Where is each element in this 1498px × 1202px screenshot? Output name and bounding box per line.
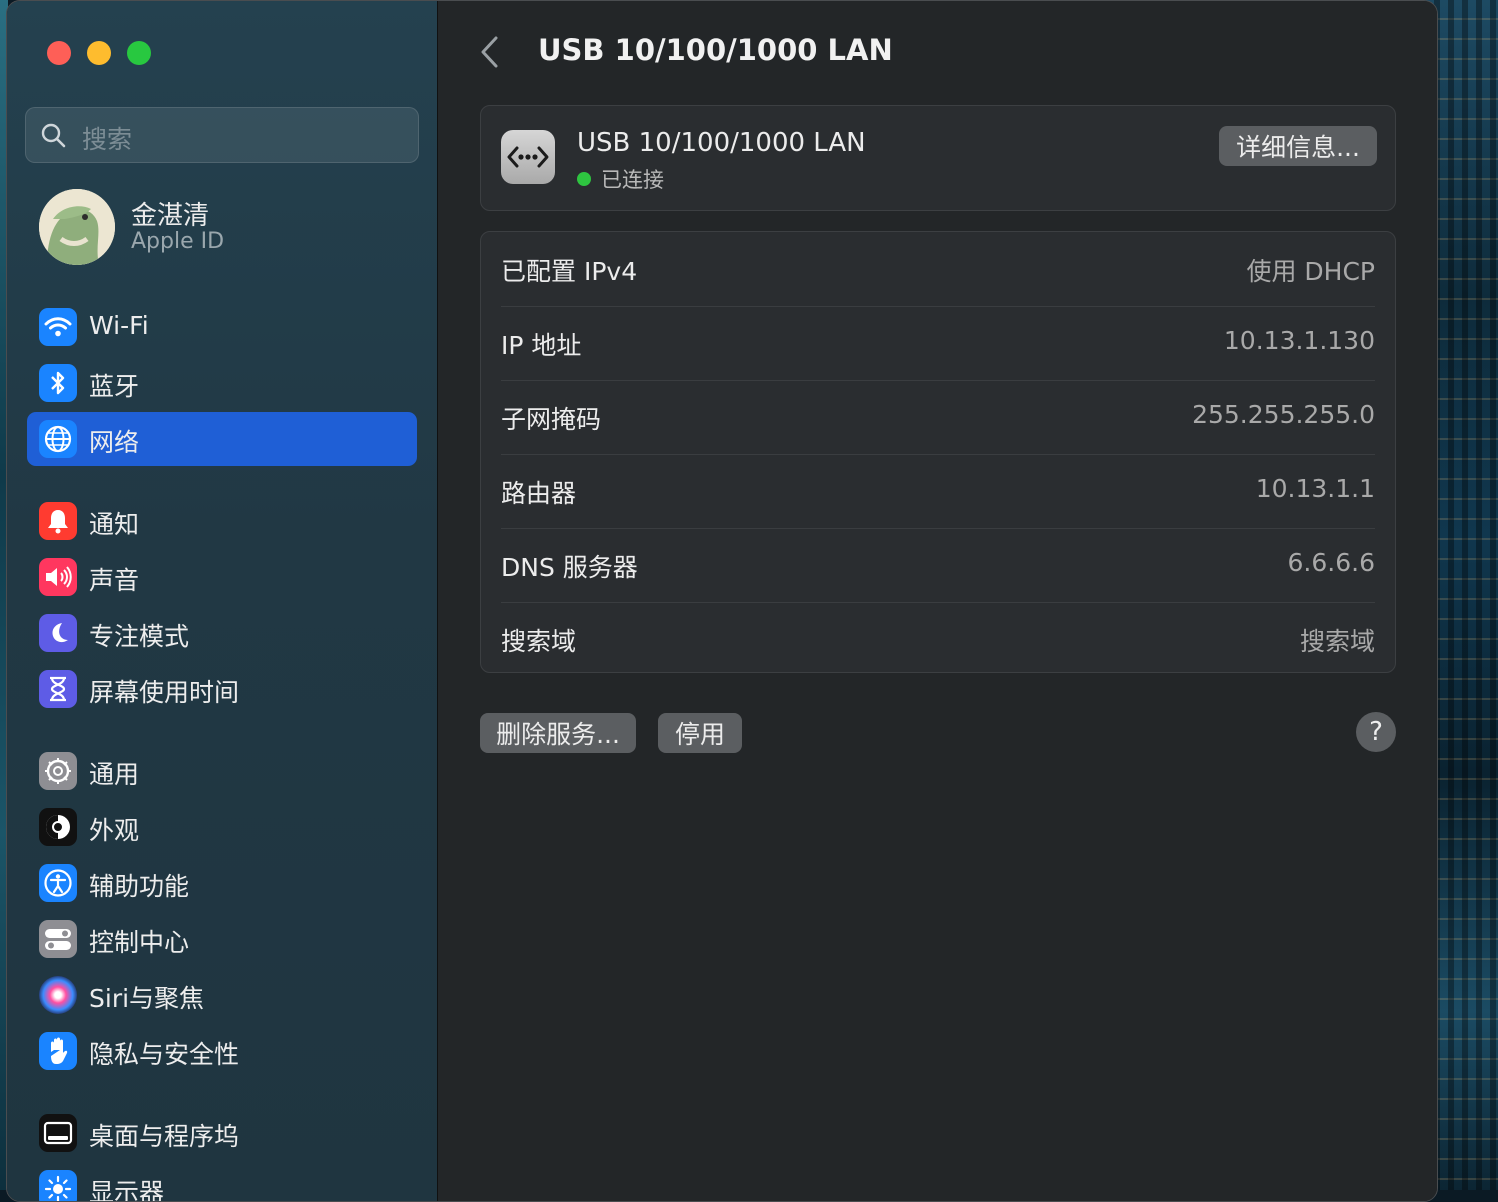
search-icon <box>41 123 66 148</box>
back-chevron-icon[interactable] <box>478 35 502 69</box>
row-label: IP 地址 <box>501 331 582 360</box>
siri-icon <box>39 976 77 1014</box>
sidebar-item-siri[interactable]: Siri与聚焦 <box>27 968 417 1022</box>
account-subtitle: Apple ID <box>131 229 225 254</box>
sidebar-item-label: 显示器 <box>89 1178 165 1202</box>
main-pane: USB 10/100/1000 LAN USB 10/100/1000 LAN … <box>438 1 1437 1201</box>
speaker-icon <box>39 558 77 596</box>
avatar <box>39 189 115 265</box>
moon-icon <box>39 614 77 652</box>
sidebar-item-label: 辅助功能 <box>89 872 190 901</box>
status-dot-icon <box>577 172 591 186</box>
row-router: 路由器 10.13.1.1 <box>501 454 1375 529</box>
service-status-text: 已连接 <box>601 168 664 192</box>
appearance-icon <box>39 808 77 846</box>
row-value: 255.255.255.0 <box>1192 400 1375 429</box>
page-title: USB 10/100/1000 LAN <box>538 33 893 67</box>
sidebar-item-screen-time[interactable]: 屏幕使用时间 <box>27 662 417 716</box>
close-window-button[interactable] <box>47 41 71 65</box>
row-value: 10.13.1.1 <box>1255 474 1375 503</box>
sidebar-item-control-center[interactable]: 控制中心 <box>27 912 417 966</box>
sidebar-item-label: Siri与聚焦 <box>89 984 205 1013</box>
sidebar-item-label: 网络 <box>89 428 140 457</box>
minimize-window-button[interactable] <box>87 41 111 65</box>
system-settings-window: 搜索 金湛清 Apple ID Wi-Fi 蓝牙 网络 通知 声音 专注模式 屏… <box>6 0 1438 1202</box>
details-button[interactable]: 详细信息... <box>1219 126 1377 166</box>
zoom-window-button[interactable] <box>127 41 151 65</box>
sidebar-item-general[interactable]: 通用 <box>27 744 417 798</box>
service-status: 已连接 <box>577 164 664 194</box>
sidebar-item-label: 声音 <box>89 566 140 595</box>
gear-icon <box>39 752 77 790</box>
sidebar: 搜索 金湛清 Apple ID Wi-Fi 蓝牙 网络 通知 声音 专注模式 屏… <box>7 1 438 1201</box>
sidebar-item-notifications[interactable]: 通知 <box>27 494 417 548</box>
sidebar-item-label: 通知 <box>89 510 140 539</box>
service-header-card: USB 10/100/1000 LAN 已连接 详细信息... <box>480 105 1396 211</box>
disable-button[interactable]: 停用 <box>658 713 742 753</box>
help-button[interactable]: ? <box>1356 712 1396 752</box>
search-placeholder: 搜索 <box>82 125 133 154</box>
row-value: 10.13.1.130 <box>1223 326 1375 355</box>
sidebar-item-appearance[interactable]: 外观 <box>27 800 417 854</box>
sidebar-item-label: 隐私与安全性 <box>89 1040 240 1069</box>
sidebar-item-label: 专注模式 <box>89 622 190 651</box>
service-name: USB 10/100/1000 LAN <box>577 128 866 158</box>
sidebar-item-label: 控制中心 <box>89 928 190 957</box>
bell-icon <box>39 502 77 540</box>
row-subnet-mask: 子网掩码 255.255.255.0 <box>501 380 1375 455</box>
sidebar-item-bluetooth[interactable]: 蓝牙 <box>27 356 417 410</box>
row-ipv4-config[interactable]: 已配置 IPv4 使用 DHCP <box>501 232 1375 307</box>
bluetooth-icon <box>39 364 77 402</box>
row-value: 6.6.6.6 <box>1287 548 1375 577</box>
wifi-icon <box>39 308 77 346</box>
sidebar-item-focus[interactable]: 专注模式 <box>27 606 417 660</box>
sidebar-item-wifi[interactable]: Wi-Fi <box>27 300 417 354</box>
sidebar-item-label: 蓝牙 <box>89 372 140 401</box>
row-label: 子网掩码 <box>501 405 602 434</box>
hourglass-icon <box>39 670 77 708</box>
search-input[interactable]: 搜索 <box>25 107 419 163</box>
sidebar-item-network[interactable]: 网络 <box>27 412 417 466</box>
window-controls <box>47 41 151 65</box>
sidebar-item-label: 屏幕使用时间 <box>89 678 240 707</box>
row-value: 使用 DHCP <box>1246 257 1375 286</box>
hand-icon <box>39 1032 77 1070</box>
globe-icon <box>39 420 77 458</box>
network-details-card: 已配置 IPv4 使用 DHCP IP 地址 10.13.1.130 子网掩码 … <box>480 231 1396 673</box>
sidebar-item-label: 通用 <box>89 760 140 789</box>
row-label: 已配置 IPv4 <box>501 257 638 286</box>
sidebar-item-label: Wi-Fi <box>89 311 149 340</box>
dock-icon <box>39 1114 77 1152</box>
row-dns-server: DNS 服务器 6.6.6.6 <box>501 528 1375 603</box>
toggles-icon <box>39 920 77 958</box>
row-label: 搜索域 <box>501 627 577 656</box>
row-label: DNS 服务器 <box>501 553 638 582</box>
account-name: 金湛清 <box>131 201 210 231</box>
sidebar-item-accessibility[interactable]: 辅助功能 <box>27 856 417 910</box>
sidebar-item-sound[interactable]: 声音 <box>27 550 417 604</box>
sidebar-item-label: 桌面与程序坞 <box>89 1122 240 1151</box>
delete-service-button[interactable]: 删除服务... <box>480 713 636 753</box>
accessibility-icon <box>39 864 77 902</box>
sidebar-item-privacy[interactable]: 隐私与安全性 <box>27 1024 417 1078</box>
sidebar-item-displays[interactable]: 显示器 <box>27 1162 417 1202</box>
sidebar-item-desktop-dock[interactable]: 桌面与程序坞 <box>27 1106 417 1160</box>
row-label: 路由器 <box>501 479 577 508</box>
row-ip-address: IP 地址 10.13.1.130 <box>501 306 1375 381</box>
ethernet-icon <box>501 130 555 184</box>
row-value: 搜索域 <box>1299 627 1375 656</box>
row-search-domain: 搜索域 搜索域 <box>501 602 1375 676</box>
sidebar-item-label: 外观 <box>89 816 140 845</box>
sun-icon <box>39 1170 77 1201</box>
